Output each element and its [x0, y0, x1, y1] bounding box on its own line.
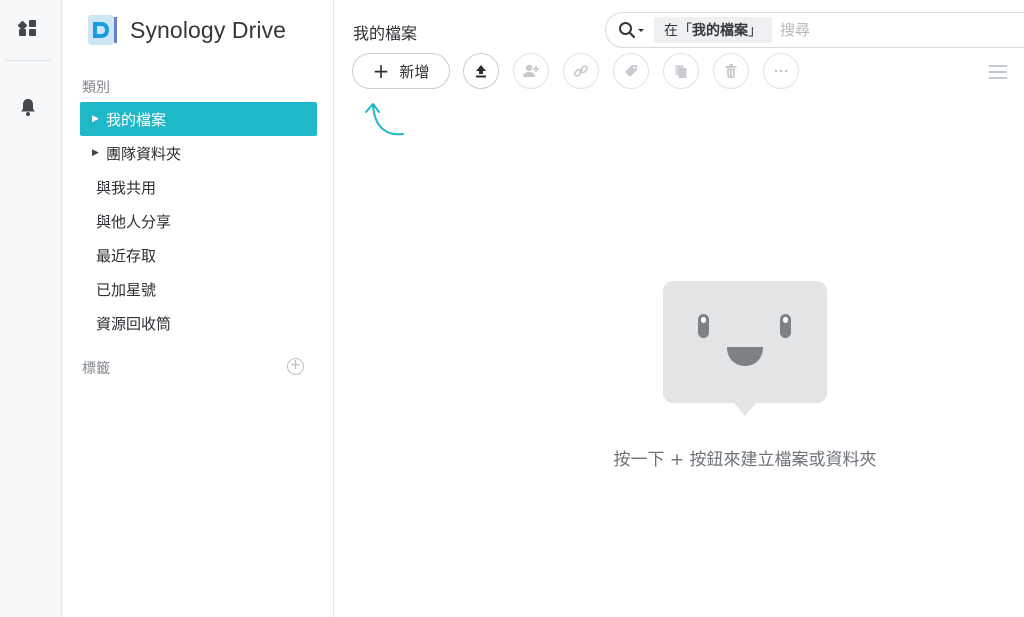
- search-scope-chip[interactable]: 在「 我的檔案」: [654, 17, 772, 43]
- rail-divider: [6, 60, 50, 61]
- dashboard-icon[interactable]: [15, 15, 41, 41]
- delete-button[interactable]: [713, 53, 749, 89]
- search-scope-suffix: 」: [748, 23, 762, 39]
- sidebar-item-recent[interactable]: 最近存取: [80, 238, 317, 272]
- main-panel: 我的檔案 在「我的檔案」 + 新增: [335, 0, 1024, 617]
- search-scope-prefix: 在「: [664, 23, 692, 39]
- sidebar-item-label: 與他人分享: [96, 212, 172, 231]
- sidebar-item-label: 我的檔案: [106, 110, 167, 129]
- search-bar[interactable]: 在「 我的檔案」: [605, 12, 1024, 48]
- tag-button[interactable]: [613, 53, 649, 89]
- app-rail: [0, 0, 62, 617]
- share-link-button[interactable]: [563, 53, 599, 89]
- sidebar-item-team-folders[interactable]: ▶ 團隊資料夾: [80, 136, 317, 170]
- app-name: Synology Drive: [130, 16, 287, 43]
- sidebar-item-label: 團隊資料夾: [106, 144, 182, 163]
- bell-icon[interactable]: [15, 94, 41, 120]
- tag-icon: [625, 65, 637, 77]
- sidebar-item-shared-with-me[interactable]: 與我共用: [80, 170, 317, 204]
- sidebar: Synology Drive 類別 ▶ 我的檔案 ▶ 團隊資料夾 與我共用 與他…: [62, 0, 334, 617]
- sidebar-item-shared-with-others[interactable]: 與他人分享: [80, 204, 317, 238]
- more-icon: [774, 69, 788, 73]
- tags-title: 標籤: [82, 361, 110, 377]
- brand: Synology Drive: [84, 12, 286, 48]
- sidebar-item-label: 最近存取: [96, 246, 157, 265]
- upload-button[interactable]: [463, 53, 499, 89]
- new-button-label: 新增: [399, 62, 430, 81]
- search-icon[interactable]: [618, 21, 646, 39]
- page-title: 我的檔案: [353, 24, 418, 43]
- empty-state-message: 按一下 + 按鈕來建立檔案或資料夾: [613, 450, 877, 470]
- trash-icon: [725, 64, 737, 78]
- toolbar: + 新增: [352, 53, 813, 89]
- search-scope-name: 我的檔案: [692, 23, 748, 39]
- sidebar-item-recycle-bin[interactable]: 資源回收筒: [80, 306, 317, 340]
- caret-right-icon[interactable]: ▶: [92, 114, 106, 124]
- copy-icon: [675, 65, 687, 78]
- sidebar-item-starred[interactable]: 已加星號: [80, 272, 317, 306]
- hint-arrow-icon: [365, 103, 404, 136]
- view-menu-icon[interactable]: [989, 65, 1007, 83]
- search-input[interactable]: [780, 21, 1000, 39]
- link-icon: [574, 65, 588, 77]
- sidebar-nav: ▶ 我的檔案 ▶ 團隊資料夾 與我共用 與他人分享 最近存取 已加星號 資源回收…: [80, 102, 317, 340]
- plus-icon: +: [372, 59, 390, 83]
- add-member-icon: [523, 64, 539, 77]
- new-button[interactable]: + 新增: [352, 53, 450, 89]
- caret-right-icon[interactable]: ▶: [92, 148, 106, 158]
- upload-icon: [476, 65, 486, 78]
- sidebar-item-label: 已加星號: [96, 280, 157, 299]
- sidebar-item-my-files[interactable]: ▶ 我的檔案: [80, 102, 317, 136]
- add-tag-icon[interactable]: +: [287, 358, 304, 375]
- categories-title: 類別: [82, 80, 110, 96]
- sidebar-item-label: 與我共用: [96, 178, 157, 197]
- synology-drive-logo-icon: [88, 15, 117, 45]
- add-member-button[interactable]: [513, 53, 549, 89]
- more-button[interactable]: [763, 53, 799, 89]
- copy-button[interactable]: [663, 53, 699, 89]
- empty-state-face-icon: [663, 281, 827, 416]
- sidebar-item-label: 資源回收筒: [96, 314, 172, 333]
